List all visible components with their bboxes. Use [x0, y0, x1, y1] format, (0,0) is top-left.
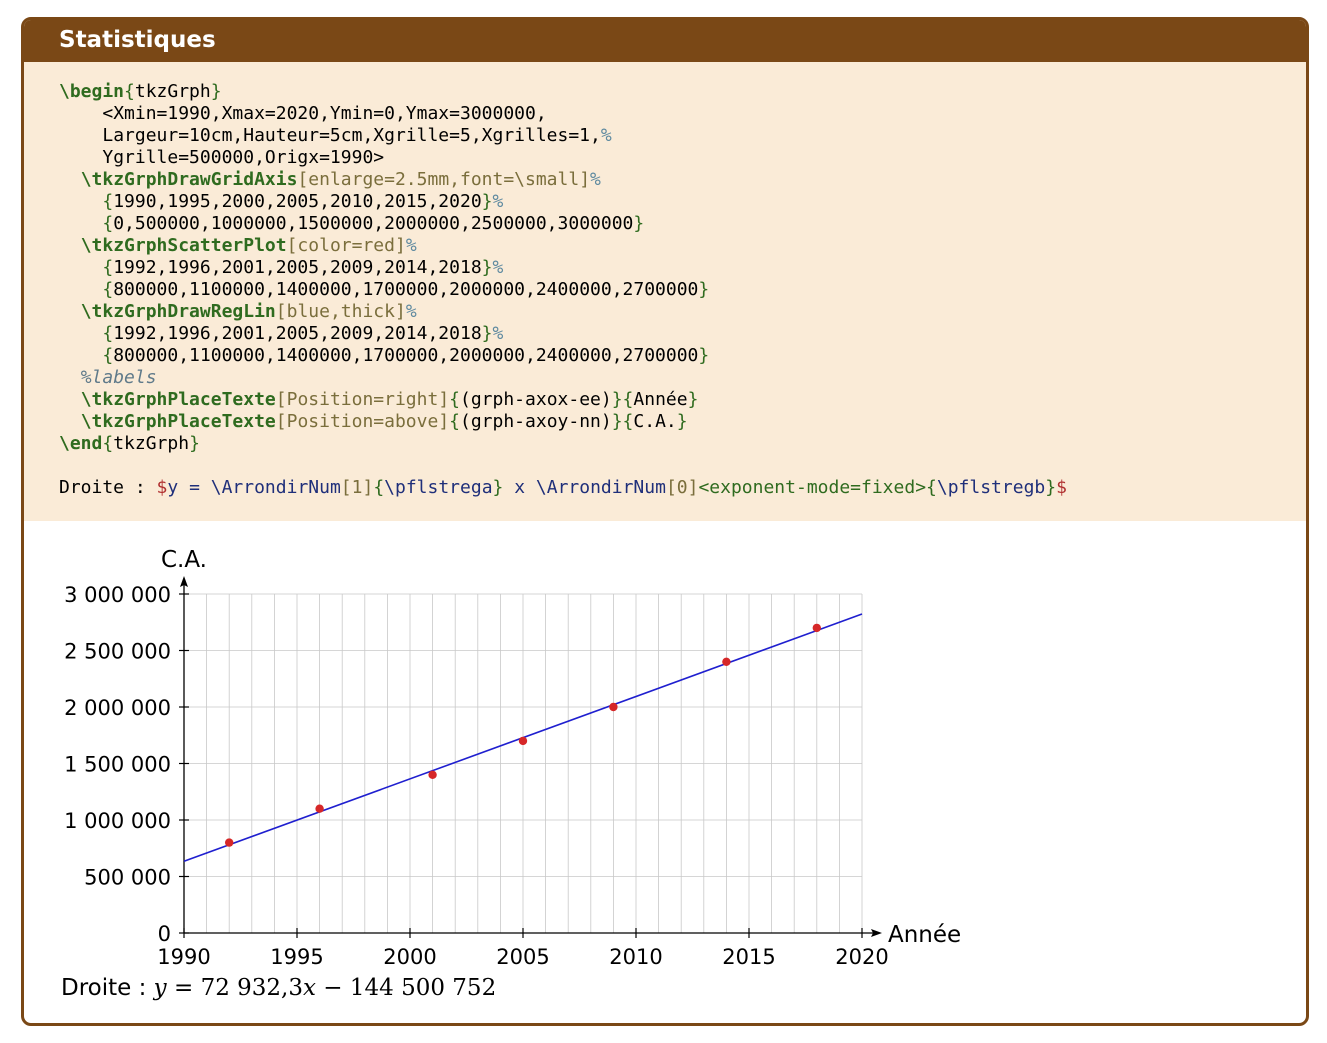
y-tick-label: 0 — [158, 922, 171, 946]
code-line: 800000,1100000,1400000,1700000,2000000,2… — [113, 279, 699, 300]
code-cmd: \tkzGrphPlaceTexte — [80, 411, 276, 432]
code-droite-label: Droite : — [59, 477, 157, 498]
x-tick-label: 2000 — [383, 945, 436, 969]
code-comment: %labels — [80, 367, 157, 388]
result-x: x — [303, 975, 316, 1001]
code-cmd: \tkzGrphPlaceTexte — [80, 389, 276, 410]
code-cmd: \tkzGrphDrawRegLin — [80, 301, 276, 322]
code-opt: [Position=right] — [275, 389, 450, 410]
code-line: 1992,1996,2001,2005,2009,2014,2018 — [113, 323, 482, 344]
statistiques-box: Statistiques \begin{tkzGrph} <Xmin=1990,… — [21, 17, 1309, 1026]
chart-area: 1990 1995 2000 2005 2010 2015 2020 0 500 000 1 00… — [24, 521, 1306, 1023]
code-line: 1990,1995,2000,2005,2010,2015,2020 — [113, 191, 482, 212]
x-tick-label: 1990 — [157, 945, 210, 969]
code-line: Ygrille=500000,Origx=1990> — [102, 147, 385, 168]
code-opt: [color=red] — [286, 235, 406, 256]
result-rest: − 144 500 752 — [315, 975, 497, 1001]
code-line: 1992,1996,2001,2005,2009,2014,2018 — [113, 257, 482, 278]
y-tick-label: 3 000 000 — [64, 583, 171, 607]
data-point — [812, 623, 821, 633]
x-tick-label: 1995 — [270, 945, 323, 969]
code-line: 800000,1100000,1400000,1700000,2000000,2… — [113, 345, 699, 366]
x-tick-label: 2005 — [496, 945, 549, 969]
code-line: 0,500000,1000000,1500000,2000000,2500000… — [113, 213, 634, 234]
scatter-chart: 1990 1995 2000 2005 2010 2015 2020 0 500 000 1 00… — [64, 547, 961, 969]
data-point — [225, 838, 234, 847]
x-tick-label: 2015 — [722, 945, 775, 969]
y-tick-label: 500 000 — [84, 866, 171, 890]
code-cmd: \end — [59, 433, 103, 454]
x-tick-label: 2010 — [609, 945, 662, 969]
code-arg: tkzGrph — [134, 81, 211, 102]
code-cmd: \tkzGrphScatterPlot — [80, 235, 287, 256]
y-tick-label: 2 000 000 — [64, 696, 171, 720]
x-tick-label: 2020 — [835, 945, 888, 969]
code-opt: [enlarge=2.5mm,font=\small] — [297, 169, 591, 190]
box-title: Statistiques — [24, 20, 1306, 62]
data-point — [428, 770, 437, 779]
result-y: y — [153, 975, 167, 1001]
data-point — [609, 702, 618, 712]
y-axis-label: C.A. — [161, 547, 207, 573]
code-line: Largeur=10cm,Hauteur=5cm,Xgrille=5,Xgril… — [102, 125, 601, 146]
code-listing-area: \begin{tkzGrph} <Xmin=1990,Xmax=2020,Ymi… — [24, 62, 1306, 521]
code-cmd: \tkzGrphDrawGridAxis — [80, 169, 298, 190]
data-point — [518, 736, 528, 746]
code-opt: [blue,thick] — [275, 301, 406, 322]
result-label: Droite : — [61, 975, 154, 1001]
result-eq: = 72 932,3 — [166, 975, 303, 1001]
regression-result: Droite : y = 72 932,3x − 144 500 752 — [61, 975, 496, 1001]
y-tick-label: 1 500 000 — [64, 753, 171, 777]
code-cmd: \begin — [59, 81, 125, 102]
y-tick-label: 2 500 000 — [64, 640, 171, 664]
code-listing: \begin{tkzGrph} <Xmin=1990,Xmax=2020,Ymi… — [59, 81, 1067, 498]
code-opt: [Position=above] — [275, 411, 450, 432]
x-axis-label: Année — [888, 922, 961, 948]
code-line: <Xmin=1990,Xmax=2020,Ymin=0,Ymax=3000000… — [102, 103, 547, 124]
data-point — [722, 657, 731, 666]
data-point — [315, 804, 324, 813]
y-tick-label: 1 000 000 — [64, 809, 171, 833]
